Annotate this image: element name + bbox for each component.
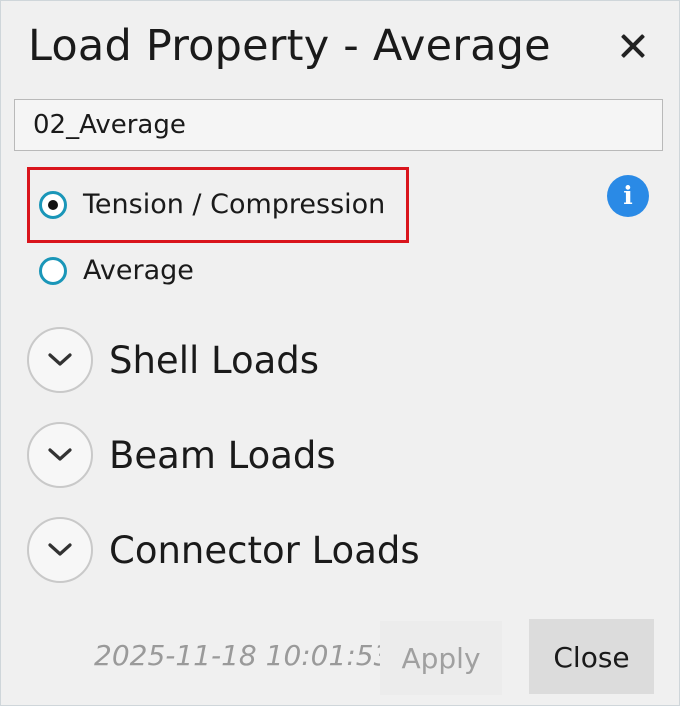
radio-button-checked[interactable]: [39, 190, 67, 219]
section-label: Beam Loads: [109, 433, 336, 477]
section-shell-loads[interactable]: Shell Loads: [27, 327, 319, 393]
section-label: Connector Loads: [109, 528, 420, 572]
radio-average[interactable]: Average: [39, 255, 194, 286]
load-property-dialog: Load Property - Average Tension / Compre…: [0, 0, 680, 706]
chevron-down-icon: [48, 448, 72, 461]
section-beam-loads[interactable]: Beam Loads: [27, 422, 336, 488]
radio-label: Tension / Compression: [83, 189, 386, 220]
info-icon[interactable]: i: [607, 175, 649, 217]
chevron-down-icon: [48, 543, 72, 556]
radio-tension-compression[interactable]: Tension / Compression: [39, 189, 385, 220]
chevron-down-icon: [48, 353, 72, 366]
chevron-down-icon[interactable]: [27, 517, 93, 583]
chevron-down-icon[interactable]: [27, 327, 93, 393]
radio-button[interactable]: [39, 256, 67, 285]
dialog-title: Load Property - Average: [28, 21, 551, 71]
apply-button[interactable]: Apply: [380, 621, 502, 695]
load-name-input[interactable]: [14, 99, 663, 151]
close-icon[interactable]: [615, 28, 651, 64]
section-connector-loads[interactable]: Connector Loads: [27, 517, 420, 583]
close-button[interactable]: Close: [529, 619, 654, 694]
section-label: Shell Loads: [109, 338, 320, 382]
radio-label: Average: [83, 255, 194, 286]
last-saved-timestamp: 2025-11-18 10:01:53: [94, 639, 392, 672]
chevron-down-icon[interactable]: [27, 422, 93, 488]
